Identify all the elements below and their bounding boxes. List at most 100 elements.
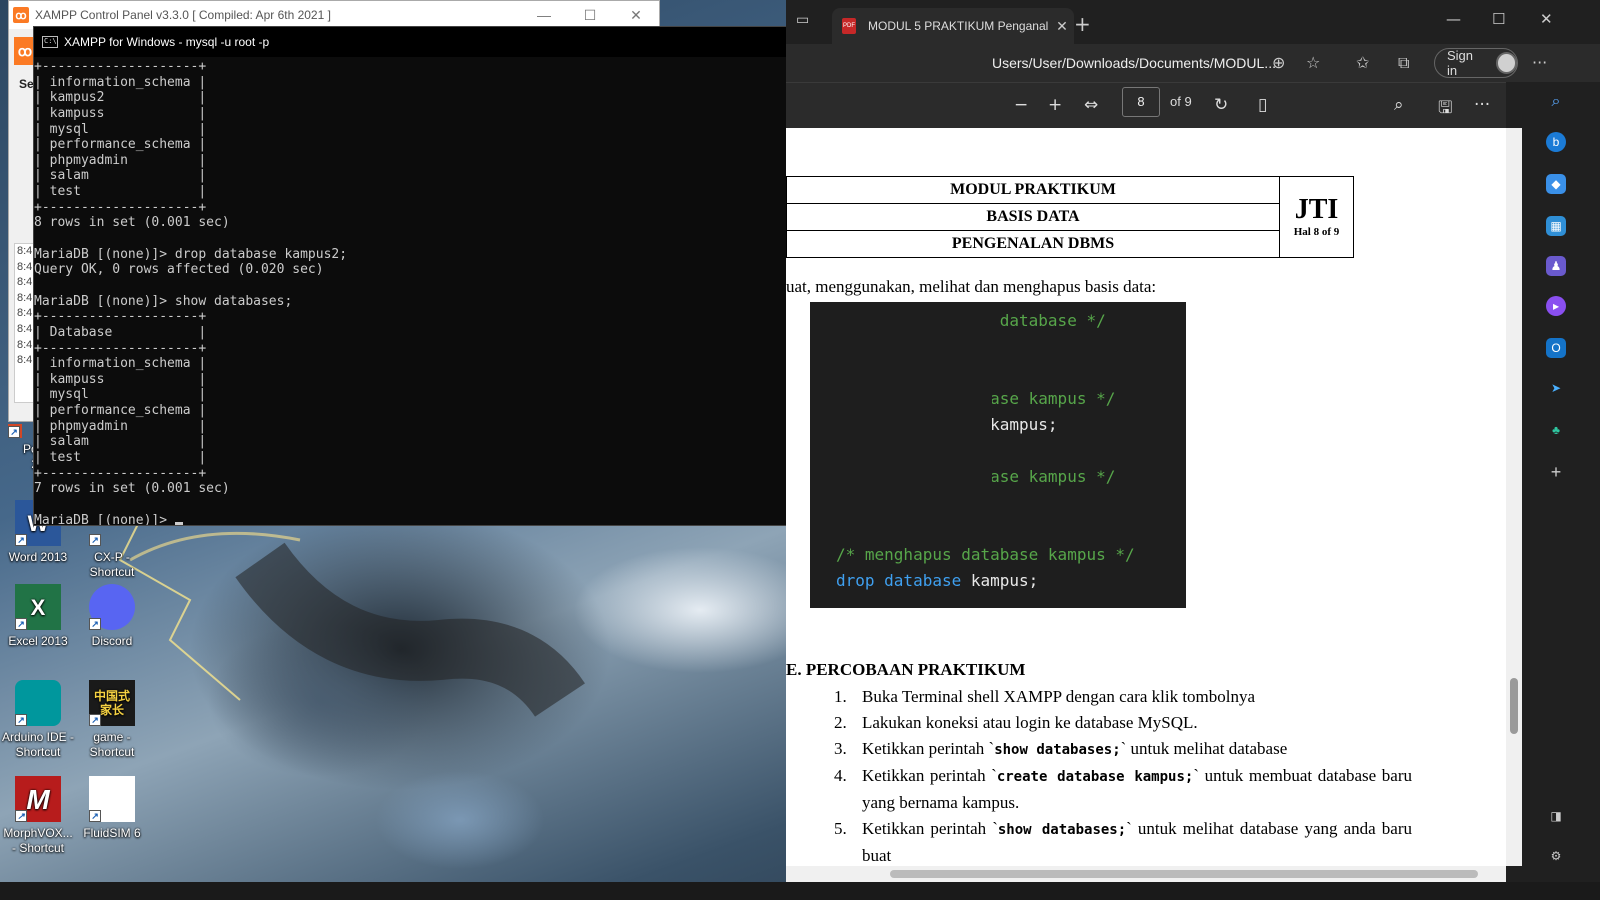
collections-icon[interactable]: ⧉ [1398,53,1409,73]
sidebar-toggle-icon[interactable]: ◨ [1546,806,1566,826]
shopping-icon[interactable]: ◆ [1546,174,1566,194]
desktop-shortcut[interactable]: ↗ Discord [74,584,150,649]
tree-icon[interactable]: ♣ [1546,420,1566,440]
morphvox-icon: M ↗ [15,776,61,822]
copilot-icon[interactable]: ▸ [1546,296,1566,316]
desktop-shortcut[interactable]: X ↗ Excel 2013 [0,584,76,649]
jti-logo-text: JTI [1294,194,1339,225]
gear-icon[interactable]: ⚙ [1546,846,1566,866]
code-token: /* menghapus database kampus */ [836,545,1135,564]
outlook-icon[interactable]: O [1546,338,1566,358]
shortcut-arrow-icon: ↗ [15,810,27,822]
xampp-titlebar[interactable]: ꝏ XAMPP Control Panel v3.3.0 [ Compiled:… [9,1,659,29]
close-button[interactable]: ✕ [1540,10,1553,28]
add-favorite-icon[interactable]: ☆ [1306,53,1320,72]
desktop-shortcut-label: Excel 2013 [8,634,68,648]
step-number: 3. [834,739,847,758]
pdf-horizontal-scrollbar[interactable] [786,866,1506,882]
step-number: 4. [834,766,847,785]
pdf-viewport[interactable]: MODUL PRAKTIKUM JTI Hal 8 of 9 BASIS DAT… [786,128,1506,866]
address-bar-row: Users/User/Downloads/Documents/MODUL... … [786,44,1600,82]
save-icon[interactable]: 🖫 [1438,95,1452,124]
desktop-shortcut-label: FluidSIM 6 [83,826,141,840]
shortcut-arrow-icon: ↗ [8,426,20,438]
desktop-shortcut[interactable]: ↗ Arduino IDE - Shortcut [0,680,76,760]
document-header-table: MODUL PRAKTIKUM JTI Hal 8 of 9 BASIS DAT… [786,176,1354,258]
rotate-icon[interactable]: ↻ [1214,95,1228,115]
favorites-icon[interactable]: ✩ [1356,53,1369,72]
tools-icon[interactable]: ▦ [1546,216,1566,236]
icon-glyph: 中国式 家长 [93,689,130,717]
close-button[interactable]: ✕ [613,7,659,24]
inline-code: create database kampus; [996,769,1194,785]
pdf-vertical-scrollbar[interactable] [1506,128,1522,866]
search-icon[interactable]: ⌕ [1546,92,1566,112]
desktop-shortcut[interactable]: 中国式 家长 ↗ game - Shortcut [74,680,150,760]
step-item: 2. Lakukan koneksi atau login ke database… [834,710,1412,736]
scrollbar-thumb[interactable] [890,870,1478,878]
section-title: E. PERCOBAAN PRAKTIKUM [786,660,1026,679]
minimize-button[interactable]: — [521,7,567,23]
tab-close-icon[interactable]: ✕ [1050,18,1074,35]
step-item: 1. Buka Terminal shell XAMPP dengan cara … [834,684,1412,710]
shortcut-arrow-icon: ↗ [89,618,101,630]
scrollbar-thumb[interactable] [1510,678,1518,734]
avatar-icon [1495,52,1517,74]
sign-in-label: Sign in [1447,48,1474,78]
zoom-icon[interactable]: ⊕ [1272,53,1285,72]
tab-title: MODUL 5 PRAKTIKUM Penganal [868,19,1049,33]
zoom-out-icon[interactable]: − [1014,95,1028,115]
inline-code: show databases; [994,742,1121,758]
tab-pdf-document[interactable]: PDF MODUL 5 PRAKTIKUM Penganal ✕ [832,8,1074,44]
address-bar[interactable]: Users/User/Downloads/Documents/MODUL... [786,47,1306,79]
fit-page-icon[interactable]: ⇔ [1084,95,1098,115]
settings-more-icon[interactable]: ··· [1532,53,1547,72]
console-window-title: XAMPP for Windows - mysql -u root -p [64,35,270,49]
maximize-button[interactable]: ☐ [567,7,613,24]
step-text: Ketikkan perintah ` [862,766,997,785]
step-text: Lakukan koneksi atau login ke database M… [862,713,1198,732]
step-number: 1. [834,687,847,706]
shortcut-arrow-icon: ↗ [15,534,27,546]
step-number: 5. [834,819,847,838]
minimize-button[interactable]: — [1446,10,1461,28]
step-text: Ketikkan perintah ` [862,819,998,838]
game-icon: 中国式 家长 ↗ [89,680,135,726]
sign-in-button[interactable]: Sign in [1434,48,1518,78]
pdf-toolbar: − + ⇔ 8 of 9 ↻ ▯ ⌕ 🖫 ··· [786,82,1506,128]
games-icon[interactable]: ♟ [1546,256,1566,276]
more-options-icon[interactable]: ··· [1474,95,1490,115]
desktop-shortcut-label: CX-P - Shortcut [89,550,135,579]
pdf-file-icon: PDF [842,18,856,34]
discord-icon: ↗ [89,584,135,630]
search-icon[interactable]: ⌕ [1394,95,1404,115]
console-prompt: MariaDB [(none)]> [34,512,175,525]
step-item: 4. Ketikkan perintah `create database kam… [834,763,1412,816]
add-icon[interactable]: + [1546,462,1566,482]
text-cursor [174,521,183,525]
zoom-in-icon[interactable]: + [1048,95,1062,115]
desktop-shortcut[interactable]: ↗ FluidSIM 6 [74,776,150,841]
xampp-side-label: Se [19,77,34,91]
edge-browser-window[interactable]: ▭ PDF MODUL 5 PRAKTIKUM Penganal ✕ + — ☐… [786,0,1600,882]
intro-text: uat, menggunakan, melihat dan menghapus … [786,277,1157,296]
inline-code: show databases; [997,822,1127,838]
code-token: kampus; [990,415,1058,434]
bing-chat-icon[interactable]: b [1546,132,1566,152]
new-tab-button[interactable]: + [1074,12,1091,36]
maximize-button[interactable]: ☐ [1492,10,1505,28]
header-modul: MODUL PRAKTIKUM [786,176,1280,204]
desktop-shortcut-label: Arduino IDE - Shortcut [1,730,75,759]
practicum-steps: 1. Buka Terminal shell XAMPP dengan cara … [834,684,1412,866]
desktop-shortcut[interactable]: M ↗ MorphVOX... - Shortcut [0,776,76,856]
desktop-shortcut-label: MorphVOX... - Shortcut [3,826,73,855]
icon-glyph: M [26,783,50,815]
taskbar-edge [0,882,1600,900]
send-icon[interactable]: ➤ [1546,378,1566,398]
step-text: Ketikkan perintah ` [862,739,995,758]
page-number-input[interactable]: 8 [1122,87,1160,117]
tab-actions-icon[interactable]: ▭ [796,12,816,32]
console-app-icon: C:\ [42,36,58,48]
page-view-icon[interactable]: ▯ [1258,95,1267,115]
